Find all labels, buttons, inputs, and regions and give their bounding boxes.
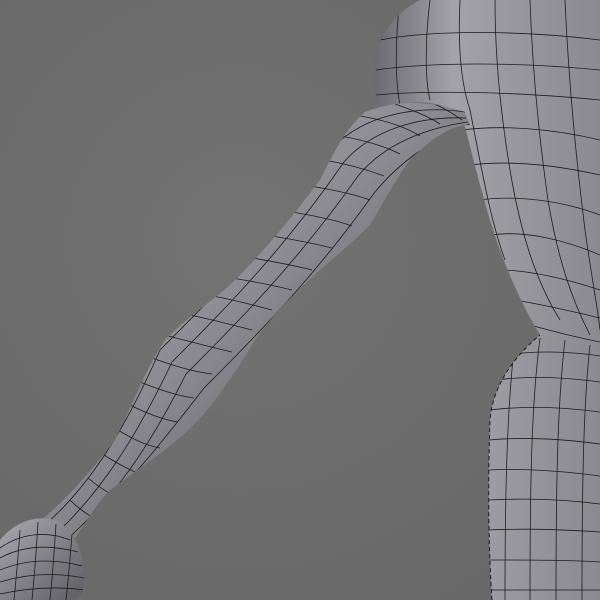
- torso-mesh: [373, 0, 600, 600]
- 3d-viewport[interactable]: [0, 0, 600, 600]
- mesh-render: [0, 0, 600, 600]
- arm-mesh: [35, 103, 470, 545]
